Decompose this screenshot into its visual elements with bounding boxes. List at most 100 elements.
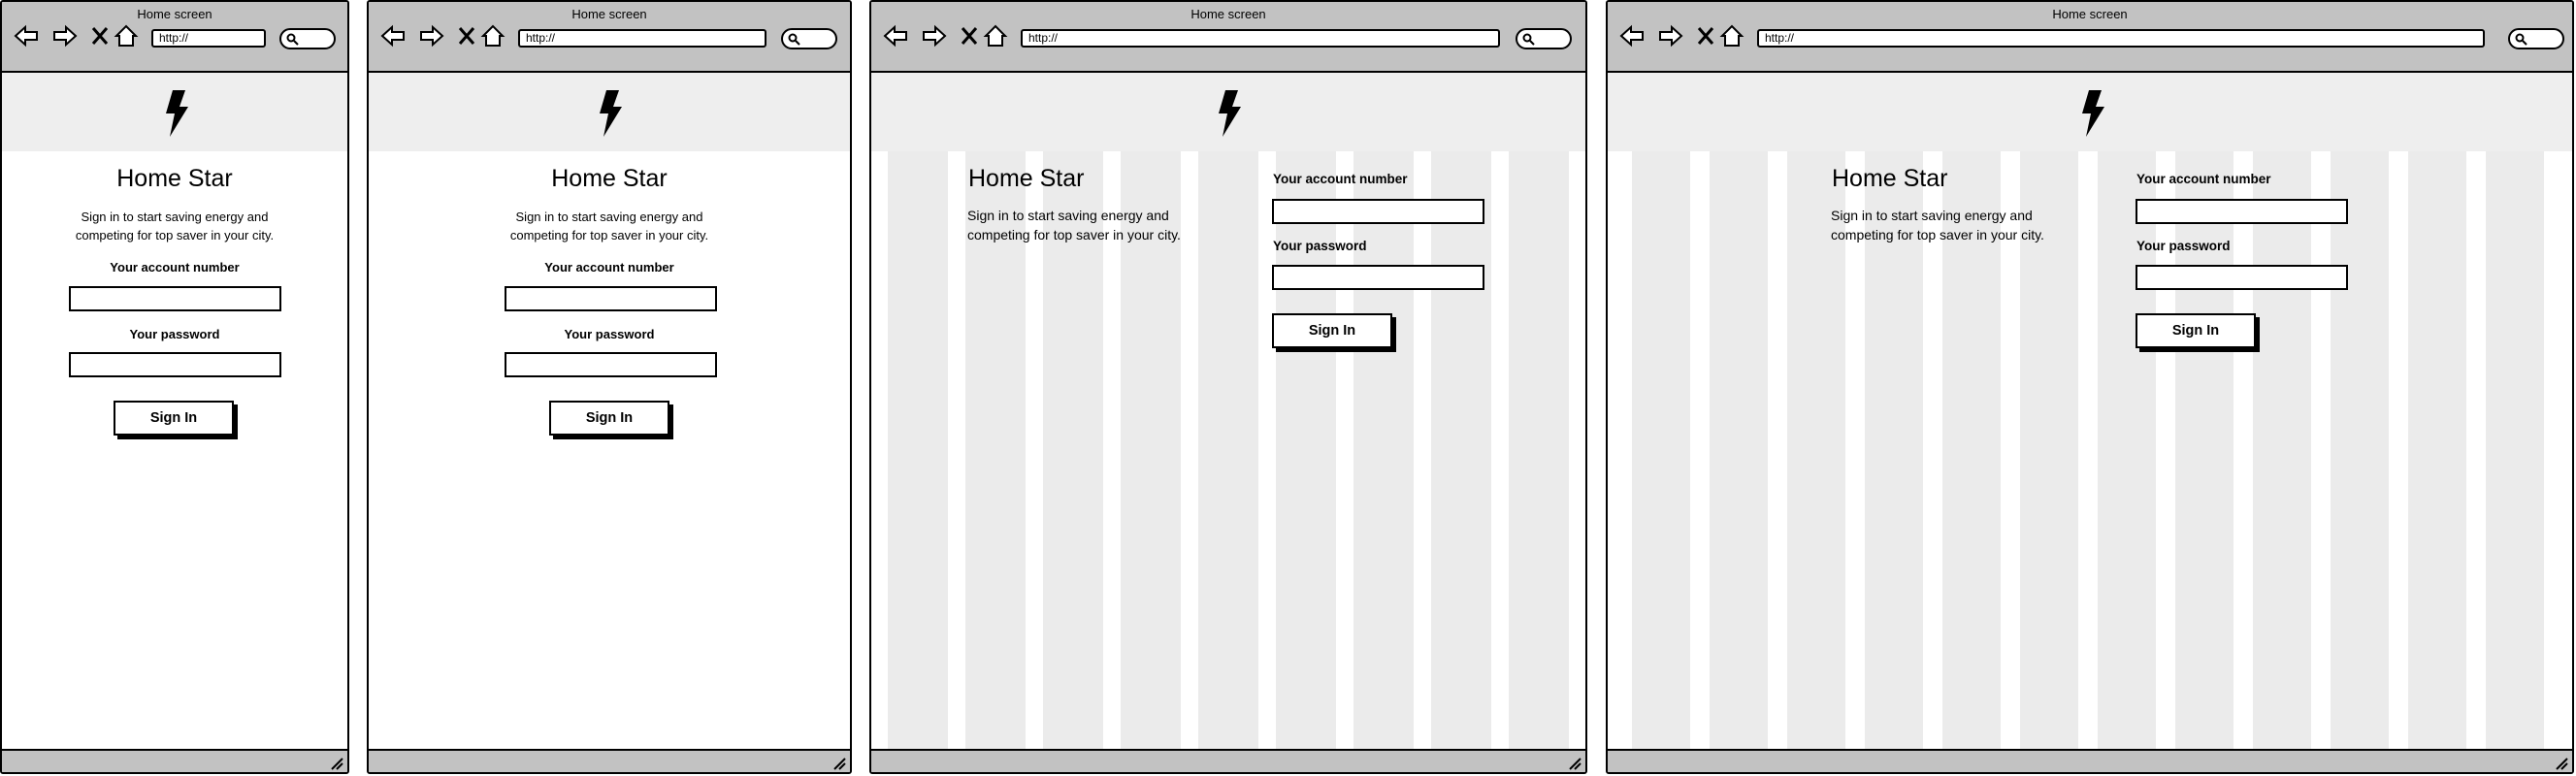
page-title: Home Star bbox=[1832, 165, 1948, 192]
home-icon[interactable] bbox=[983, 23, 1008, 48]
search-icon bbox=[788, 33, 800, 46]
description-line: Sign in to start saving energy and bbox=[81, 210, 269, 224]
sign-in-button[interactable]: Sign In bbox=[1272, 313, 1392, 348]
account-number-label: Your account number bbox=[110, 260, 240, 275]
password-label: Your password bbox=[564, 327, 655, 341]
page-content: Home Star Sign in to start saving energy… bbox=[369, 151, 850, 751]
status-bar bbox=[2, 749, 347, 772]
browser-toolbar: Home screen http:// bbox=[1608, 2, 2572, 73]
password-field[interactable] bbox=[1272, 265, 1484, 290]
search-box[interactable] bbox=[2508, 28, 2564, 49]
page-title: Home Star bbox=[551, 165, 668, 192]
home-icon[interactable] bbox=[1719, 23, 1745, 48]
lightning-bolt-icon bbox=[1219, 90, 1241, 137]
forward-icon[interactable] bbox=[52, 23, 78, 48]
window-title: Home screen bbox=[1190, 7, 1266, 21]
page-content: Home Star Sign in to start saving energy… bbox=[2, 151, 347, 751]
address-bar[interactable]: http:// bbox=[1757, 29, 2485, 48]
page-title: Home Star bbox=[968, 165, 1085, 192]
grid-column bbox=[1710, 151, 1768, 751]
brand-header bbox=[871, 73, 1585, 151]
grid-column bbox=[2331, 151, 2389, 751]
resize-grip-icon[interactable] bbox=[1566, 755, 1581, 770]
close-icon[interactable] bbox=[87, 23, 113, 48]
window-title: Home screen bbox=[571, 7, 647, 21]
status-bar bbox=[1608, 749, 2572, 772]
password-label: Your password bbox=[2136, 239, 2231, 253]
close-icon[interactable] bbox=[957, 23, 982, 48]
window-title: Home screen bbox=[2052, 7, 2128, 21]
browser-window-1: Home screen http:// Home Star Sign in to… bbox=[0, 0, 349, 774]
lightning-bolt-icon bbox=[600, 90, 622, 137]
back-icon[interactable] bbox=[1619, 23, 1645, 48]
page-description: Sign in to start saving energy and compe… bbox=[2, 208, 347, 244]
grid-column bbox=[1632, 151, 1690, 751]
lightning-bolt-icon bbox=[166, 90, 188, 137]
description-line: competing for top saver in your city. bbox=[509, 228, 709, 242]
sign-in-button[interactable]: Sign In bbox=[114, 401, 234, 436]
browser-toolbar: Home screen http:// bbox=[871, 2, 1585, 73]
resize-grip-icon[interactable] bbox=[2553, 755, 2568, 770]
description-line: Sign in to start saving energy and bbox=[515, 210, 703, 224]
description-line: Sign in to start saving energy and bbox=[1831, 208, 2033, 223]
page-description: Sign in to start saving energy and compe… bbox=[1831, 206, 2093, 244]
account-number-field[interactable] bbox=[2136, 199, 2348, 224]
resize-grip-icon[interactable] bbox=[831, 755, 846, 770]
home-icon[interactable] bbox=[114, 23, 139, 48]
search-box[interactable] bbox=[279, 28, 336, 49]
password-field[interactable] bbox=[505, 352, 717, 377]
grid-column bbox=[1431, 151, 1491, 751]
address-bar[interactable]: http:// bbox=[518, 29, 766, 48]
account-number-label: Your account number bbox=[2136, 172, 2271, 186]
sign-in-button[interactable]: Sign In bbox=[2136, 313, 2256, 348]
grid-column bbox=[1509, 151, 1569, 751]
page-content: Home Star Sign in to start saving energy… bbox=[871, 151, 1585, 751]
status-bar bbox=[369, 749, 850, 772]
browser-window-4: Home screen http:// Home Star Sign in to… bbox=[1606, 0, 2574, 774]
home-icon[interactable] bbox=[480, 23, 505, 48]
grid-column bbox=[2408, 151, 2466, 751]
account-number-field[interactable] bbox=[69, 286, 281, 311]
close-icon[interactable] bbox=[454, 23, 479, 48]
account-number-label: Your account number bbox=[1273, 172, 1408, 186]
back-icon[interactable] bbox=[883, 23, 908, 48]
password-field[interactable] bbox=[69, 352, 281, 377]
browser-toolbar: Home screen http:// bbox=[369, 2, 850, 73]
close-icon[interactable] bbox=[1693, 23, 1718, 48]
resize-grip-icon[interactable] bbox=[328, 755, 343, 770]
search-icon bbox=[1522, 33, 1535, 46]
window-title: Home screen bbox=[137, 7, 212, 21]
description-line: competing for top saver in your city. bbox=[967, 227, 1181, 242]
forward-icon[interactable] bbox=[1658, 23, 1683, 48]
search-box[interactable] bbox=[1516, 28, 1572, 49]
forward-icon[interactable] bbox=[922, 23, 947, 48]
forward-icon[interactable] bbox=[419, 23, 444, 48]
description-line: competing for top saver in your city. bbox=[75, 228, 275, 242]
brand-header bbox=[2, 73, 347, 151]
account-number-label: Your account number bbox=[544, 260, 674, 275]
search-box[interactable] bbox=[781, 28, 837, 49]
back-icon[interactable] bbox=[14, 23, 39, 48]
page-description: Sign in to start saving energy and compe… bbox=[967, 206, 1229, 244]
grid-column bbox=[888, 151, 948, 751]
search-icon bbox=[286, 33, 299, 46]
grid-column bbox=[2253, 151, 2311, 751]
password-label: Your password bbox=[1273, 239, 1367, 253]
description-line: Sign in to start saving energy and bbox=[967, 208, 1169, 223]
description-line: competing for top saver in your city. bbox=[1831, 227, 2044, 242]
brand-header bbox=[369, 73, 850, 151]
address-bar[interactable]: http:// bbox=[1021, 29, 1500, 48]
brand-header bbox=[1608, 73, 2572, 151]
search-icon bbox=[2515, 33, 2527, 46]
address-bar[interactable]: http:// bbox=[151, 29, 266, 48]
password-label: Your password bbox=[129, 327, 220, 341]
page-description: Sign in to start saving energy and compe… bbox=[369, 208, 850, 244]
account-number-field[interactable] bbox=[1272, 199, 1484, 224]
account-number-field[interactable] bbox=[505, 286, 717, 311]
password-field[interactable] bbox=[2136, 265, 2348, 290]
page-title: Home Star bbox=[116, 165, 233, 192]
sign-in-button[interactable]: Sign In bbox=[549, 401, 669, 436]
browser-window-3: Home screen http:// Home Star Sign in to… bbox=[869, 0, 1587, 774]
back-icon[interactable] bbox=[380, 23, 406, 48]
browser-window-2: Home screen http:// Home Star Sign in to… bbox=[367, 0, 852, 774]
